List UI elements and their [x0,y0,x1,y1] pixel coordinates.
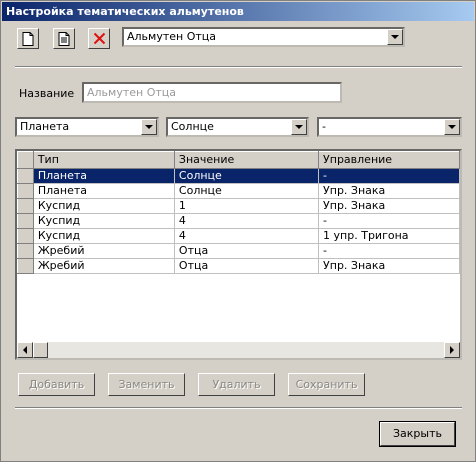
column-header-value[interactable]: Значение [173,151,320,169]
cell-value[interactable]: 4 [174,228,320,244]
cell-control[interactable]: Упр. Знака [318,198,460,214]
cell-value[interactable]: Солнце [174,168,320,184]
add-button[interactable]: Добавить [18,373,95,396]
table-row[interactable]: Планета Солнце Упр. Знака [17,183,460,199]
cell-type[interactable]: Куспид [33,228,175,244]
cell-type[interactable]: Планета [33,168,175,184]
row-indicator-header [17,151,34,169]
row-indicator[interactable] [17,198,34,214]
column-header-control[interactable]: Управление [318,151,460,169]
replace-button[interactable]: Заменить [108,373,185,396]
control-select-value: - [322,120,326,133]
table-row[interactable]: Куспид 4 1 упр. Тригона [17,228,460,244]
row-indicator[interactable] [17,213,34,229]
cell-control[interactable]: Упр. Знака [318,258,460,274]
name-field[interactable]: Альмутен Отца [82,82,342,103]
row-indicator[interactable] [17,243,34,259]
chevron-right-icon [450,346,454,354]
cell-value[interactable]: Солнце [174,183,320,199]
value-select[interactable]: Солнце [166,117,309,137]
row-indicator[interactable] [17,183,34,199]
copy-button[interactable] [53,28,75,49]
cell-control[interactable]: - [318,243,460,259]
cell-value[interactable]: 1 [174,198,320,214]
table-row[interactable]: Жребий Отца Упр. Знака [17,258,460,274]
cell-control[interactable]: - [318,213,460,229]
chevron-down-icon[interactable] [291,119,307,135]
copy-document-icon [58,31,70,46]
delete-row-button[interactable]: Удалить [198,373,275,396]
cell-value[interactable]: Отца [174,243,320,259]
cell-control[interactable]: 1 упр. Тригона [318,228,460,244]
column-header-type[interactable]: Тип [32,151,175,169]
horizontal-scrollbar[interactable] [17,342,460,358]
cell-type[interactable]: Куспид [33,198,175,214]
scroll-right-button[interactable] [444,342,460,358]
type-select[interactable]: Планета [15,117,159,137]
cell-type[interactable]: Куспид [33,213,175,229]
chevron-down-icon[interactable] [444,119,460,135]
scroll-thumb[interactable] [33,342,48,358]
row-indicator[interactable] [17,228,34,244]
value-select-value: Солнце [171,120,214,133]
separator [15,66,462,68]
window-title: Настройка тематических альмутенов [2,2,474,21]
almuten-select-value: Альмутен Отца [127,30,217,43]
chevron-down-icon[interactable] [387,29,403,45]
table-row[interactable]: Планета Солнце - [17,168,460,184]
almuten-settings-window: Настройка тематических альмутенов Альмут… [0,0,476,462]
cell-type[interactable]: Жребий [33,243,175,259]
cell-value[interactable]: Отца [174,258,320,274]
cell-control[interactable]: - [318,168,460,184]
save-button[interactable]: Сохранить [288,373,365,396]
name-label: Название [19,87,75,100]
new-button[interactable] [17,28,39,49]
row-indicator[interactable] [17,168,34,184]
cell-type[interactable]: Жребий [33,258,175,274]
delete-x-icon [93,32,105,45]
cell-value[interactable]: 4 [174,213,320,229]
scroll-left-button[interactable] [17,342,33,358]
close-button[interactable]: Закрыть [379,421,456,447]
almuten-table: Тип Значение Управление Планета Солнце -… [15,149,462,360]
type-select-value: Планета [20,120,70,133]
new-document-icon [22,31,34,46]
separator [15,407,462,409]
table-row[interactable]: Куспид 4 - [17,213,460,229]
chevron-down-icon[interactable] [141,119,157,135]
almuten-select[interactable]: Альмутен Отца [122,27,405,47]
chevron-left-icon [23,346,27,354]
control-select[interactable]: - [317,117,462,137]
delete-button[interactable] [88,28,110,49]
row-indicator[interactable] [17,258,34,274]
table-row[interactable]: Жребий Отца - [17,243,460,259]
cell-type[interactable]: Планета [33,183,175,199]
table-row[interactable]: Куспид 1 Упр. Знака [17,198,460,214]
cell-control[interactable]: Упр. Знака [318,183,460,199]
